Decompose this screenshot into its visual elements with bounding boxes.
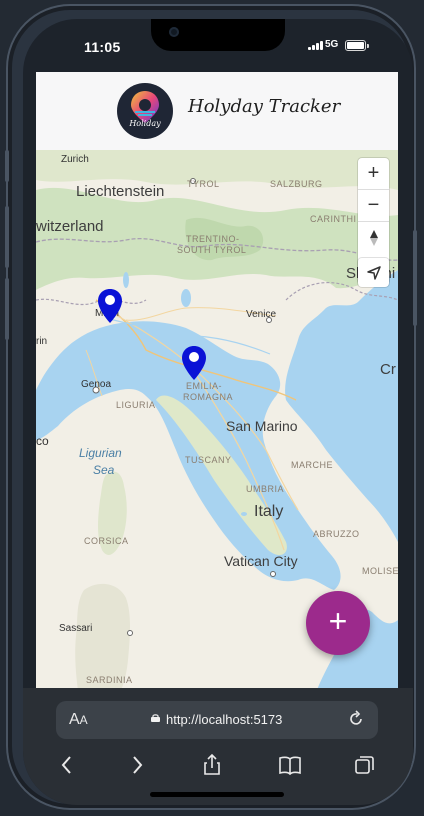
label-ligurian-sea-1: Ligurian xyxy=(79,446,122,460)
label-croatia-partial: Cr xyxy=(380,361,396,378)
signal-icon xyxy=(308,41,323,50)
label-molise: MOLISE xyxy=(362,566,398,576)
location-pin-icon xyxy=(98,289,122,323)
app-header: Holiday Holyday Tracker xyxy=(36,72,398,150)
zoom-in-button[interactable]: + xyxy=(358,158,389,190)
label-salzburg: SALZBURG xyxy=(270,179,323,189)
label-tyrol: TYROL xyxy=(187,179,220,189)
compass-icon xyxy=(369,229,378,246)
label-ligurian-sea-2: Sea xyxy=(93,463,115,477)
network-label: 5G xyxy=(325,39,339,50)
label-venice: Venice xyxy=(246,309,277,320)
label-carinthia: CARINTHI xyxy=(310,214,357,224)
location-arrow-icon xyxy=(366,265,381,280)
address-bar[interactable]: AA http://localhost:5173 xyxy=(56,701,378,739)
logo-text: Holiday xyxy=(129,119,161,128)
label-marche: MARCHE xyxy=(291,460,334,470)
silent-switch xyxy=(5,150,9,182)
app-logo[interactable]: Holiday xyxy=(117,83,173,139)
bookmarks-icon[interactable] xyxy=(277,752,303,778)
status-bar: 11:05 5G xyxy=(23,19,413,71)
label-sardinia: SARDINIA xyxy=(86,675,133,685)
battery-icon xyxy=(345,40,369,51)
label-abruzzo: ABRUZZO xyxy=(313,529,360,539)
label-genoa: Genoa xyxy=(81,379,112,390)
home-indicator xyxy=(150,792,284,797)
label-south-tyrol: SOUTH TYROL xyxy=(177,245,247,255)
label-italy: Italy xyxy=(254,503,284,520)
browser-toolbar: AA http://localhost:5173 xyxy=(23,688,413,805)
map-marker-milan[interactable] xyxy=(97,288,123,324)
zoom-out-button[interactable]: − xyxy=(358,190,389,222)
lock-icon xyxy=(151,714,160,722)
compass-button[interactable] xyxy=(358,222,389,253)
location-pin-icon xyxy=(182,346,206,380)
label-trentino: TRENTINO- xyxy=(186,234,240,244)
label-emilia: EMILIA- xyxy=(186,381,223,391)
label-switzerland: witzerland xyxy=(36,218,104,235)
status-time: 11:05 xyxy=(84,39,121,55)
screen: 11:05 5G Holiday Holyday Tracker Zurich … xyxy=(23,19,413,805)
dynamic-island xyxy=(151,19,285,51)
label-umbria: UMBRIA xyxy=(246,484,285,494)
volume-down-button xyxy=(5,278,9,340)
label-turin-partial: rin xyxy=(36,336,48,347)
tabs-icon[interactable] xyxy=(352,752,378,778)
label-monaco-partial: co xyxy=(36,434,49,448)
map-marker-emilia-romagna[interactable] xyxy=(181,345,207,381)
label-tuscany: TUSCANY xyxy=(185,455,232,465)
label-vatican-city: Vatican City xyxy=(224,553,298,569)
app-title: Holyday Tracker xyxy=(188,96,341,117)
power-button xyxy=(413,230,417,326)
add-trip-button[interactable]: + xyxy=(306,591,370,655)
share-icon[interactable] xyxy=(199,752,225,778)
text-size-button[interactable]: AA xyxy=(69,711,88,729)
url-text: http://localhost:5173 xyxy=(166,712,283,727)
phone-frame: 11:05 5G Holiday Holyday Tracker Zurich … xyxy=(5,4,417,810)
browser-nav xyxy=(23,748,413,788)
label-zurich: Zurich xyxy=(61,154,89,165)
label-corsica: CORSICA xyxy=(84,536,129,546)
label-sassari: Sassari xyxy=(59,623,93,634)
plus-icon: + xyxy=(328,602,348,639)
volume-up-button xyxy=(5,206,9,268)
back-icon[interactable] xyxy=(54,752,80,778)
reload-icon[interactable] xyxy=(346,709,366,729)
forward-icon[interactable] xyxy=(124,752,150,778)
label-liechtenstein: Liechtenstein xyxy=(76,183,165,200)
camera-icon xyxy=(169,27,179,37)
label-romagna: ROMAGNA xyxy=(183,392,234,402)
geolocate-button[interactable] xyxy=(358,258,389,287)
label-san-marino: San Marino xyxy=(226,418,298,434)
label-liguria: LIGURIA xyxy=(116,400,156,410)
